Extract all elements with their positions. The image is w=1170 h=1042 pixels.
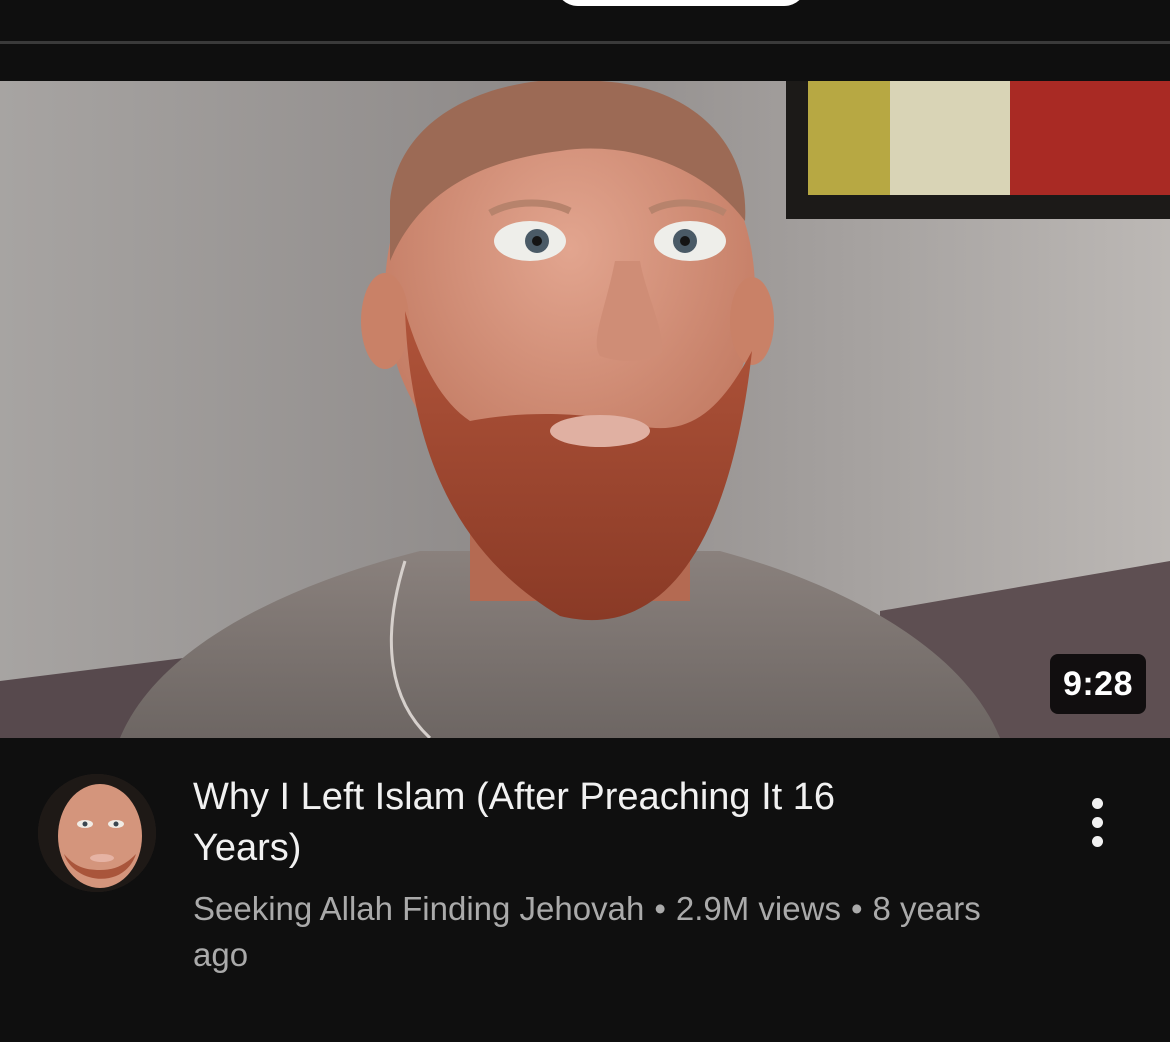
video-title[interactable]: Why I Left Islam (After Preaching It 16 …: [193, 772, 953, 874]
video-metadata: Seeking Allah Finding Jehovah • 2.9M views…: [193, 886, 993, 978]
thumbnail-image: [0, 81, 1170, 738]
feed-page: 9:28 Why I Left Islam (After Preaching I…: [0, 0, 1170, 1042]
separator-dot: •: [850, 890, 863, 927]
avatar-image: [38, 774, 156, 892]
more-options-button[interactable]: [1072, 790, 1124, 854]
duration-badge: 9:28: [1049, 654, 1146, 714]
view-count: 2.9M views: [675, 890, 841, 927]
video-thumbnail[interactable]: 9:28: [0, 81, 1170, 738]
channel-avatar[interactable]: [38, 774, 156, 892]
separator-dot: •: [654, 890, 666, 927]
channel-name[interactable]: Seeking Allah Finding Jehovah: [193, 890, 644, 927]
top-divider: [0, 41, 1170, 44]
top-chip[interactable]: [555, 0, 807, 6]
